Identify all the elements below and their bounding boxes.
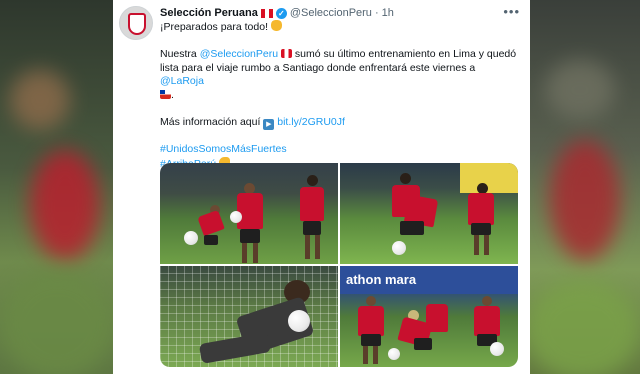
info-line: Más información aquí ▶ bit.ly/2GRU0Jf [160,116,522,130]
player-figure [315,235,320,259]
player-figure [253,243,258,263]
soccer-ball [288,310,310,332]
player-figure [300,187,324,221]
play-button-icon: ▶ [263,118,275,130]
player-figure [358,306,384,336]
blurred-grass [525,280,640,374]
separator-dot: · [374,7,379,19]
background-left [0,0,115,374]
tweet-line: ¡Preparados para todo! [160,20,522,35]
player-figure [366,296,376,306]
info-text: Más información aquí [160,115,264,128]
blurred-figure [550,140,620,260]
soccer-ball [490,342,504,356]
avatar[interactable] [119,6,153,40]
player-figure [426,304,448,332]
player-figure [361,334,381,346]
oncoming-fist-icon [270,20,282,31]
photo-grid: athon mara [160,163,518,367]
soccer-ball [230,211,242,223]
photo-4[interactable]: athon mara [340,266,518,367]
mention-link[interactable]: @LaRoja [160,75,204,87]
display-name[interactable]: Selección Peruana [160,7,258,19]
background-right [525,0,640,374]
player-figure [373,346,378,364]
player-figure [484,235,489,255]
player-figure [474,235,479,255]
tweet-headline: ¡Preparados para todo! [160,21,268,33]
player-figure [400,221,424,235]
soccer-ball [392,241,406,255]
photo-3[interactable] [160,266,338,367]
paragraph-text: . [171,88,174,101]
player-figure [474,306,500,336]
peru-flag-icon [260,8,273,18]
blurred-grass [0,270,115,374]
photo-2[interactable] [340,163,518,264]
player-figure [307,175,318,186]
player-figure [197,209,225,237]
tweet-card[interactable]: Selección Peruana ✓ @SeleccionPeru · 1h … [113,0,530,374]
player-figure [242,243,247,263]
sponsor-board [460,163,518,193]
paragraph-text: Nuestra [160,48,200,60]
tweet-header: Selección Peruana ✓ @SeleccionPeru · 1h … [160,4,520,20]
tweet-text: ¡Preparados para todo! Nuestra @Seleccio… [160,20,522,171]
soccer-ball [184,231,198,245]
peru-flag-icon [280,49,292,58]
player-figure [471,223,491,235]
hashtag-link[interactable]: #UnidosSomosMásFuertes [160,143,287,155]
more-options-button[interactable]: ••• [503,4,520,19]
player-figure [240,229,260,243]
player-figure [400,173,411,184]
photo-1[interactable] [160,163,338,264]
tweet-paragraph: Nuestra @SeleccionPeru sumó su último en… [160,48,522,102]
user-handle[interactable]: @SeleccionPeru [290,7,372,19]
crest-icon [128,13,146,35]
player-figure [204,235,218,245]
timestamp[interactable]: 1h [382,7,394,19]
blurred-figure [30,150,100,260]
player-figure [303,221,321,235]
player-figure [414,338,432,350]
verified-badge-icon: ✓ [275,7,287,19]
chile-flag-icon [160,89,171,99]
player-figure [237,193,263,229]
player-figure [468,193,494,225]
player-figure [482,296,492,306]
advertising-banner: athon mara [340,266,518,294]
mention-link[interactable]: @SeleccionPeru [200,48,278,60]
player-figure [363,346,368,364]
external-link[interactable]: bit.ly/2GRU0Jf [277,116,345,128]
soccer-ball [388,348,400,360]
blurred-figure [10,70,70,130]
blurred-figure [545,60,615,120]
player-figure [305,235,310,259]
